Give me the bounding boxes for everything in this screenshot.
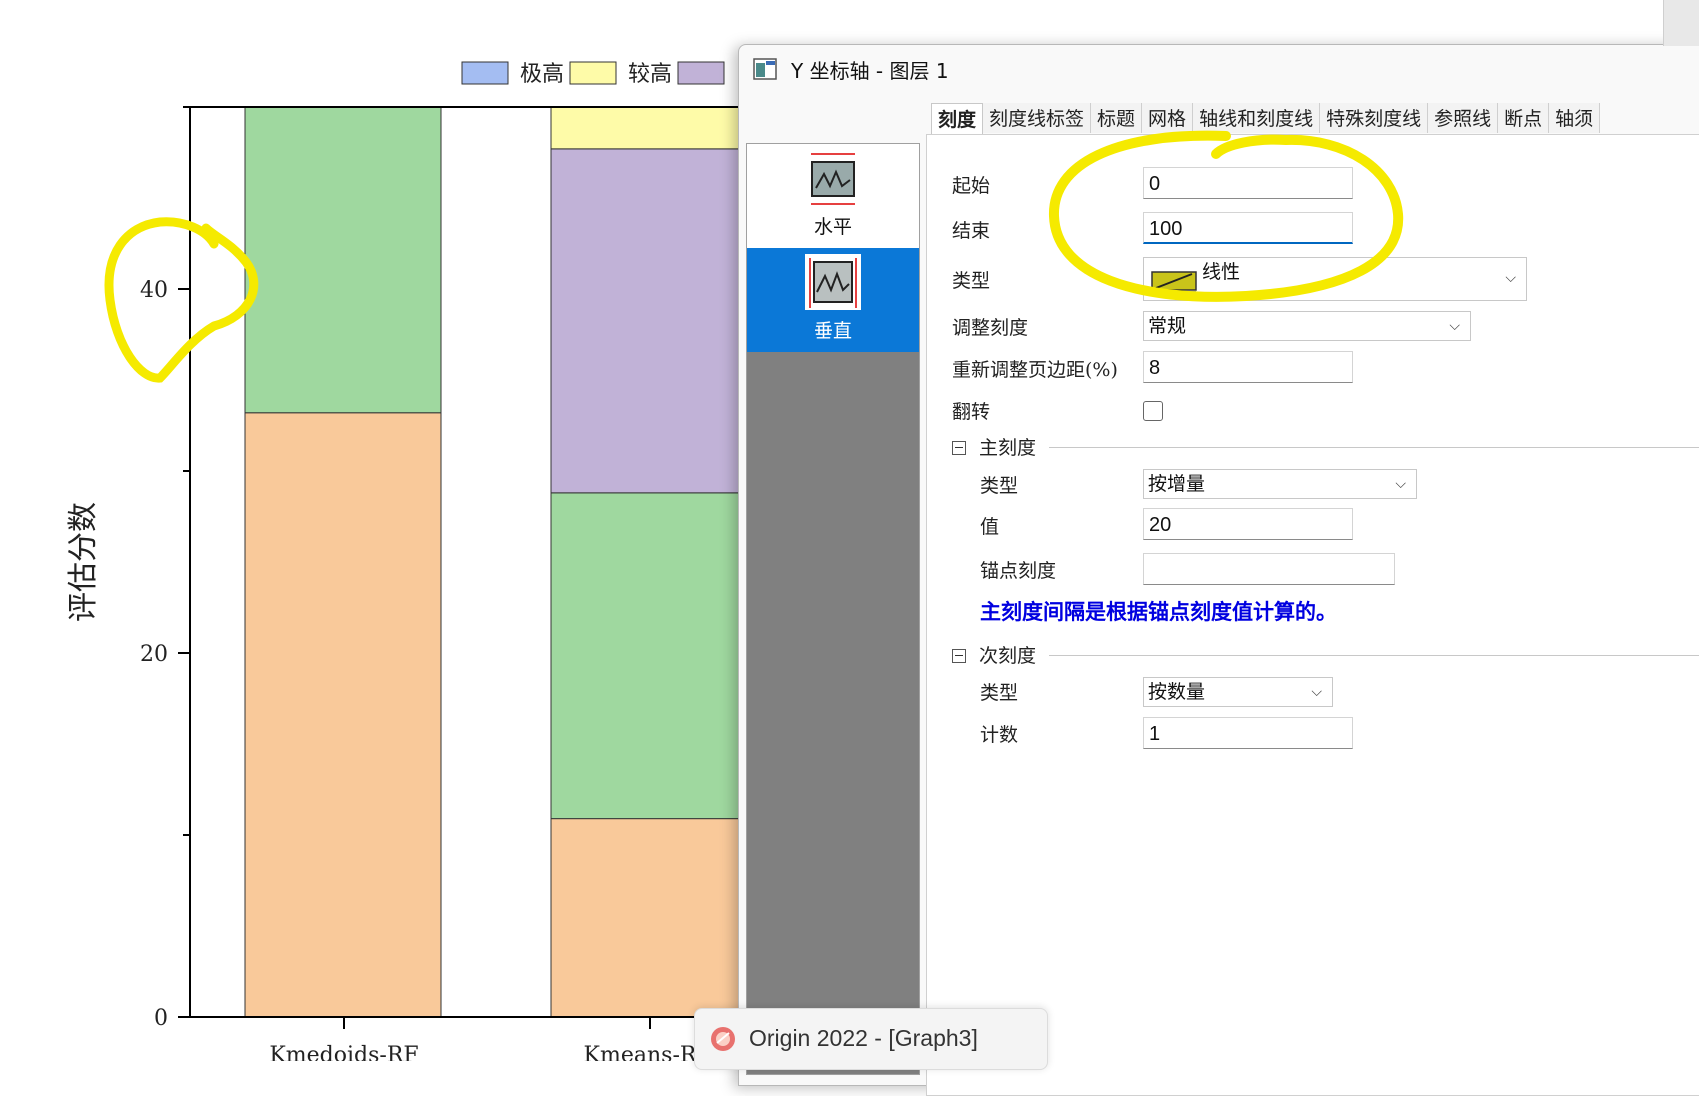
y-tick-label-0: 0 xyxy=(154,1006,168,1031)
major-ticks-collapse-button[interactable] xyxy=(952,441,966,455)
minor-count-input[interactable]: 1 xyxy=(1143,717,1353,749)
tab-special-ticks[interactable]: 特殊刻度线 xyxy=(1320,103,1429,133)
major-value-label: 值 xyxy=(980,516,1000,538)
y-tick-label-1: 20 xyxy=(140,642,168,667)
end-label: 结束 xyxy=(952,220,991,242)
chevron-down-icon: ⌵ xyxy=(1311,684,1322,700)
legend-swatch-0 xyxy=(461,61,509,85)
legend-label-1: 较高 xyxy=(628,62,672,87)
minor-type-label: 类型 xyxy=(980,682,1019,704)
chevron-down-icon: ⌵ xyxy=(1449,318,1460,334)
vertical-axis-icon xyxy=(805,254,861,310)
chart-legend: 极高 较高 xyxy=(461,61,725,87)
window-edge xyxy=(1663,0,1699,46)
origin-app-icon xyxy=(711,1027,735,1051)
dialog-title: Y 坐标轴 - 图层 1 xyxy=(791,58,949,83)
minor-ticks-header: 次刻度 xyxy=(979,645,1037,667)
tab-reference-lines[interactable]: 参照线 xyxy=(1428,103,1499,133)
minor-type-value: 按数量 xyxy=(1148,681,1206,703)
linear-scale-icon xyxy=(1151,271,1197,293)
scale-type-select[interactable]: 线性 ⌵ xyxy=(1143,257,1527,301)
start-label: 起始 xyxy=(952,175,991,197)
x-tick-label-0: Kmedoids-RF xyxy=(269,1043,418,1061)
scale-type-label: 类型 xyxy=(952,270,991,292)
taskbar-window-label: Origin 2022 - [Graph3] xyxy=(749,1025,978,1051)
rescale-select[interactable]: 常规 ⌵ xyxy=(1143,311,1471,341)
legend-swatch-2 xyxy=(677,61,725,85)
anchor-tick-label: 锚点刻度 xyxy=(980,560,1057,582)
major-ticks-header: 主刻度 xyxy=(979,437,1037,459)
major-ticks-divider xyxy=(1049,447,1699,448)
sidebar-label-horizontal: 水平 xyxy=(813,216,852,238)
rescale-margin-label: 重新调整页边距(%) xyxy=(952,359,1118,381)
bar-0-segment-1 xyxy=(244,106,442,414)
flip-checkbox[interactable] xyxy=(1143,401,1163,421)
flip-label: 翻转 xyxy=(952,401,991,423)
major-type-select[interactable]: 按增量 ⌵ xyxy=(1143,469,1417,499)
y-axis-dialog: Y 坐标轴 - 图层 1 刻度 刻度线标签 标题 网格 轴线和刻度线 特殊刻度线… xyxy=(738,44,1699,1096)
y-axis-title: 评估分数 xyxy=(66,502,101,622)
anchor-tick-input[interactable] xyxy=(1143,553,1395,585)
stacked-bar-chart: 极高 较高 0 20 40 Kmedoids-RF Kmeans-R 评估分数 xyxy=(66,61,740,1061)
end-input[interactable]: 100 xyxy=(1143,212,1353,244)
bar-1-segment-3 xyxy=(550,106,740,150)
tab-title[interactable]: 标题 xyxy=(1091,103,1143,133)
x-tick-label-1: Kmeans-R xyxy=(584,1043,698,1061)
horizontal-axis-icon xyxy=(811,153,855,205)
start-input[interactable]: 0 xyxy=(1143,167,1353,199)
legend-label-0: 极高 xyxy=(520,62,564,87)
minor-ticks-collapse-button[interactable] xyxy=(952,649,966,663)
bar-0-segment-0 xyxy=(244,412,442,1018)
minor-count-label: 计数 xyxy=(980,724,1019,746)
rescale-value: 常规 xyxy=(1148,315,1187,337)
y-ticks: 0 20 40 xyxy=(140,106,190,1031)
major-type-label: 类型 xyxy=(980,475,1019,497)
scale-type-value: 线性 xyxy=(1202,261,1241,283)
legend-swatch-1 xyxy=(569,61,617,85)
minor-ticks-divider xyxy=(1049,655,1699,656)
dialog-title-bar[interactable]: Y 坐标轴 - 图层 1 xyxy=(739,45,1699,93)
bar-1-segment-1 xyxy=(550,492,740,820)
tab-rug[interactable]: 轴须 xyxy=(1549,103,1601,133)
dialog-app-icon xyxy=(753,58,777,80)
sidebar-item-horizontal[interactable]: 水平 xyxy=(747,144,919,248)
tab-scale[interactable]: 刻度 xyxy=(931,103,984,134)
sidebar-label-vertical: 垂直 xyxy=(813,320,852,342)
anchor-note: 主刻度间隔是根据锚点刻度值计算的。 xyxy=(980,599,1337,624)
bar-1-segment-2 xyxy=(550,148,740,494)
rescale-margin-input[interactable]: 8 xyxy=(1143,351,1353,383)
tab-strip: 刻度 刻度线标签 标题 网格 轴线和刻度线 特殊刻度线 参照线 断点 轴须 xyxy=(931,103,1601,134)
rescale-label: 调整刻度 xyxy=(952,317,1029,339)
highlight-scribble xyxy=(104,217,259,383)
major-value-input[interactable]: 20 xyxy=(1143,508,1353,540)
minor-type-select[interactable]: 按数量 ⌵ xyxy=(1143,677,1333,707)
tab-tick-labels[interactable]: 刻度线标签 xyxy=(983,103,1092,133)
axis-sidebar: 水平 垂直 xyxy=(746,143,920,1075)
bars-layer xyxy=(244,106,740,1018)
tab-breaks[interactable]: 断点 xyxy=(1498,103,1550,133)
y-tick-label-2: 40 xyxy=(140,278,168,303)
chevron-down-icon: ⌵ xyxy=(1505,270,1516,286)
major-type-value: 按增量 xyxy=(1148,473,1206,495)
sidebar-item-vertical[interactable]: 垂直 xyxy=(747,248,919,352)
tab-line-and-ticks[interactable]: 轴线和刻度线 xyxy=(1193,103,1321,133)
chevron-down-icon: ⌵ xyxy=(1395,476,1406,492)
bar-1-segment-0 xyxy=(550,818,740,1018)
tab-grid[interactable]: 网格 xyxy=(1142,103,1194,133)
